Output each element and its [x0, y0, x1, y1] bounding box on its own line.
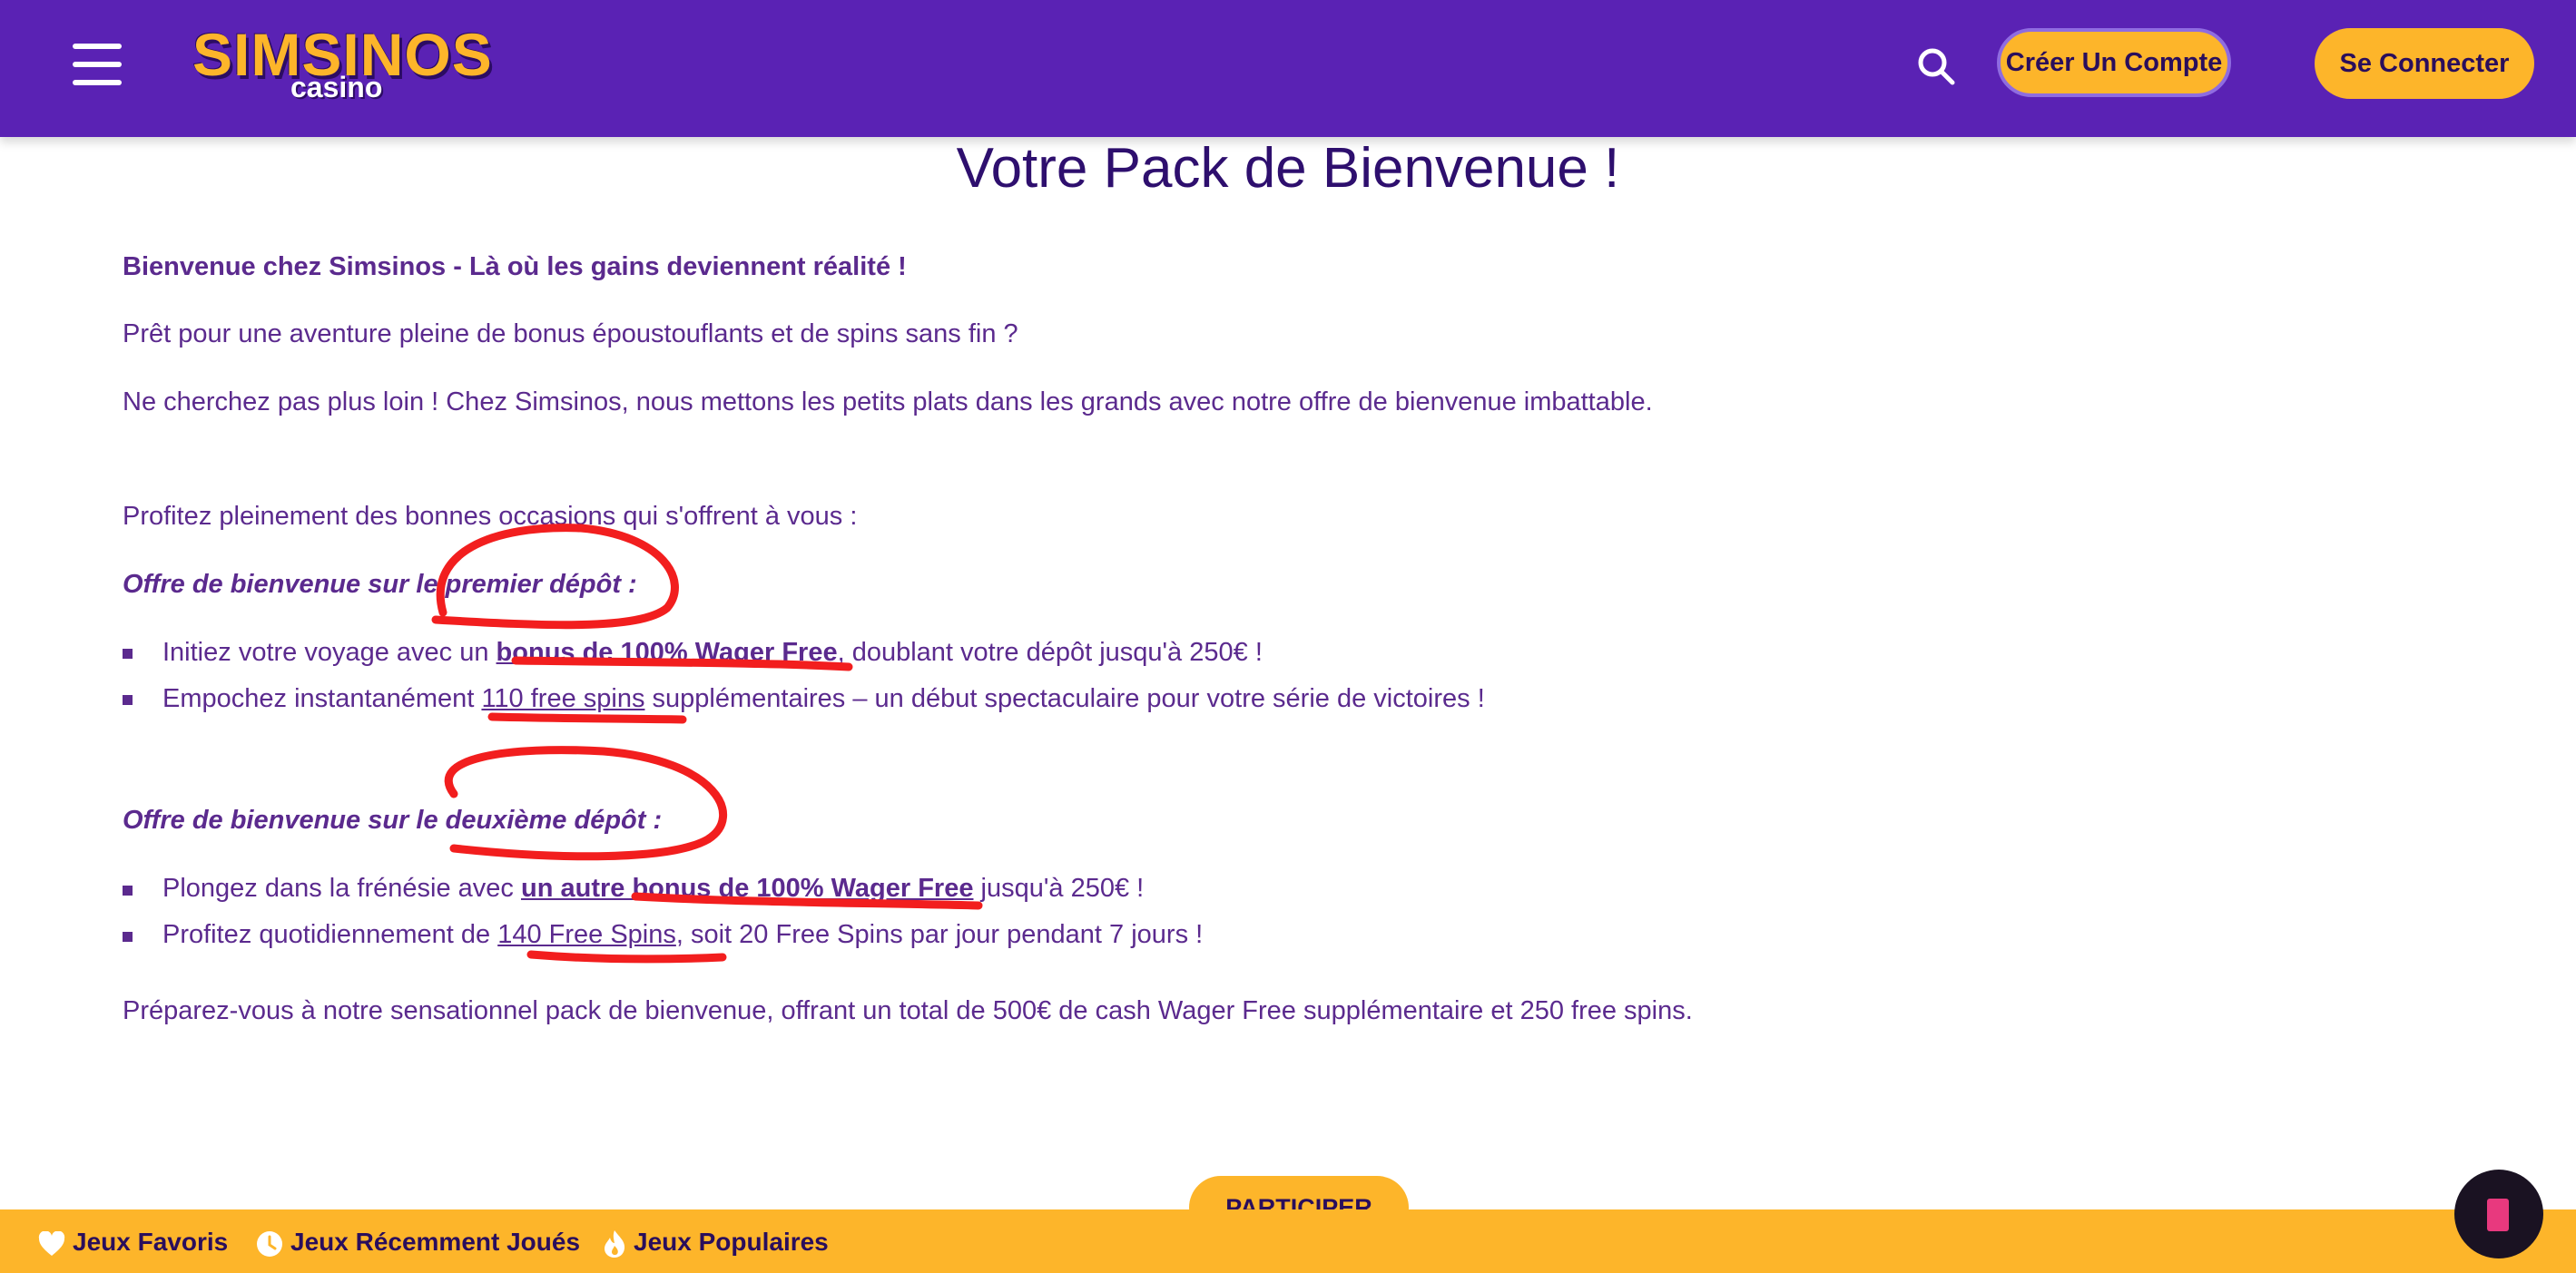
offer2-item-1: Plongez dans la frénésie avec un autre b… [162, 874, 1144, 904]
highlight-text: bonus de 100% Wager Free [496, 638, 838, 667]
offer2-item-2: Profitez quotidiennement de 140 Free Spi… [162, 920, 1203, 950]
bullet-marker [123, 649, 133, 659]
highlight-text: 110 free spins [481, 684, 645, 713]
item-text: , doublant votre dépôt jusqu'à 250€ ! [837, 638, 1263, 667]
item-text: Initiez votre voyage avec un [162, 638, 497, 667]
offer1-item-2: Empochez instantanément 110 free spins s… [162, 684, 1485, 714]
create-account-button[interactable]: Créer Un Compte [1997, 28, 2231, 97]
recent-games-label: Jeux Récemment Joués [290, 1228, 581, 1256]
item-text: Empochez instantanément [162, 684, 482, 713]
login-button[interactable]: Se Connecter [2315, 28, 2534, 99]
popular-games-link[interactable]: Jeux Populaires [603, 1228, 829, 1258]
bottom-quick-bar: Jeux Favoris Jeux Récemment Joués Jeux P… [0, 1209, 2576, 1273]
bullet-marker [123, 886, 133, 896]
item-text: Profitez quotidiennement de [162, 920, 498, 949]
clock-icon [257, 1230, 282, 1257]
intro-paragraph-3: Profitez pleinement des bonnes occasions… [123, 502, 858, 531]
heart-icon [38, 1229, 65, 1256]
site-logo[interactable]: SIMSINOS casino [192, 20, 492, 103]
intro-heading: Bienvenue chez Simsinos - Là où les gain… [123, 252, 907, 281]
offer2-heading: Offre de bienvenue sur le deuxième dépôt… [123, 806, 663, 835]
favorite-games-link[interactable]: Jeux Favoris [38, 1228, 228, 1257]
popular-games-label: Jeux Populaires [634, 1228, 829, 1256]
closing-paragraph: Préparez-vous à notre sensationnel pack … [123, 996, 1693, 1025]
intro-paragraph-1: Prêt pour une aventure pleine de bonus é… [123, 319, 1018, 348]
intro-paragraph-2: Ne cherchez pas plus loin ! Chez Simsino… [123, 387, 1653, 416]
bullet-marker [123, 695, 133, 705]
logo-subtitle: casino [290, 71, 383, 103]
item-text: supplémentaires – un début spectaculaire… [644, 684, 1485, 713]
favorite-games-label: Jeux Favoris [73, 1228, 229, 1256]
item-text: , soit 20 Free Spins par jour pendant 7 … [675, 920, 1204, 949]
chat-icon[interactable] [2454, 1170, 2543, 1258]
highlight-text: 140 Free Spins [497, 920, 676, 949]
flame-icon [605, 1229, 625, 1258]
highlight-text: un autre bonus de 100% Wager Free [520, 874, 974, 903]
recent-games-link[interactable]: Jeux Récemment Joués [256, 1228, 580, 1258]
bullet-marker [123, 932, 133, 942]
offer1-item-1: Initiez votre voyage avec un bonus de 10… [162, 638, 1263, 668]
page-title: Votre Pack de Bienvenue ! [956, 137, 1620, 200]
top-header: SIMSINOS casino Créer Un Compte Se Conne… [0, 0, 2576, 137]
menu-icon[interactable] [73, 44, 122, 85]
item-text: Plongez dans la frénésie avec [162, 874, 521, 903]
search-icon[interactable] [1915, 45, 1957, 87]
chat-badge [2487, 1199, 2509, 1231]
item-text: jusqu'à 250€ ! [973, 874, 1145, 903]
offer1-heading: Offre de bienvenue sur le premier dépôt … [123, 570, 637, 599]
